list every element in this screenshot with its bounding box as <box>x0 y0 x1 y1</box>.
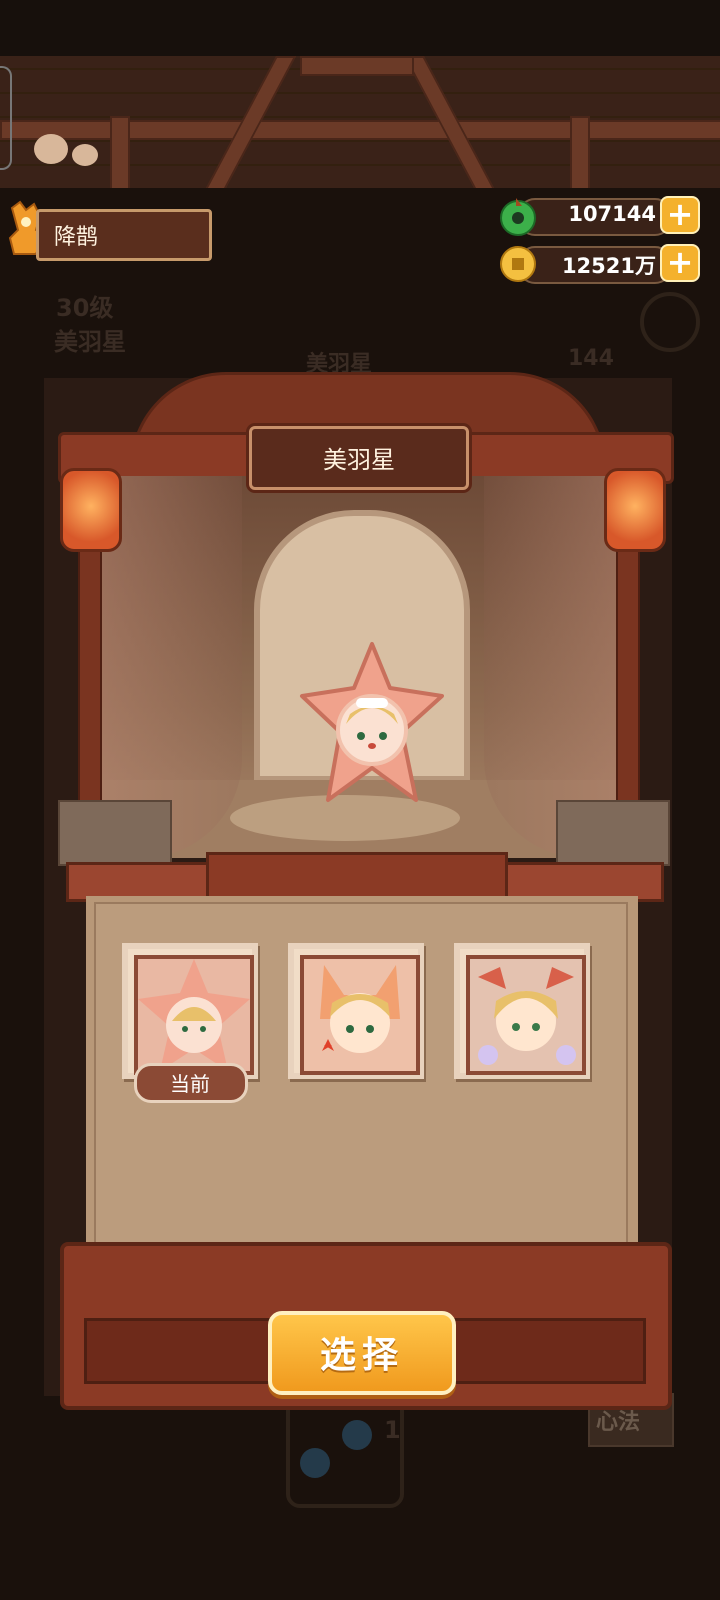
skin-title: 美羽星 <box>323 446 395 474</box>
starfish-portrait-icon <box>138 959 250 1071</box>
select-button-label: 选择 <box>319 1335 404 1376</box>
skin-card-starfish[interactable] <box>122 943 258 1079</box>
player-name: 降鹊 <box>54 225 99 250</box>
jade-amount: 107144 <box>568 202 656 226</box>
lantern-icon <box>604 468 666 552</box>
skin-card-fox[interactable] <box>288 943 424 1079</box>
rafters-header <box>0 56 720 194</box>
lantern-icon <box>60 468 122 552</box>
skin-card-leaf[interactable] <box>454 943 590 1079</box>
bg-count: 144 <box>568 346 614 371</box>
bg-level-text: 30级 <box>56 294 114 322</box>
add-jade-button[interactable]: + <box>660 196 700 234</box>
fox-portrait-icon <box>320 965 400 1053</box>
coin-amount: 12521万 <box>561 254 656 278</box>
bg-sub-name: 美羽星 <box>54 328 126 356</box>
railing-left <box>58 800 172 866</box>
current-badge-label: 当前 <box>170 1072 210 1096</box>
leaf-portrait-icon <box>478 967 576 1065</box>
chick-icon <box>34 134 68 164</box>
railing-right <box>556 800 670 866</box>
chick-icon <box>72 144 98 166</box>
add-coin-button[interactable]: + <box>660 244 700 282</box>
starfish-character-icon <box>300 642 444 802</box>
